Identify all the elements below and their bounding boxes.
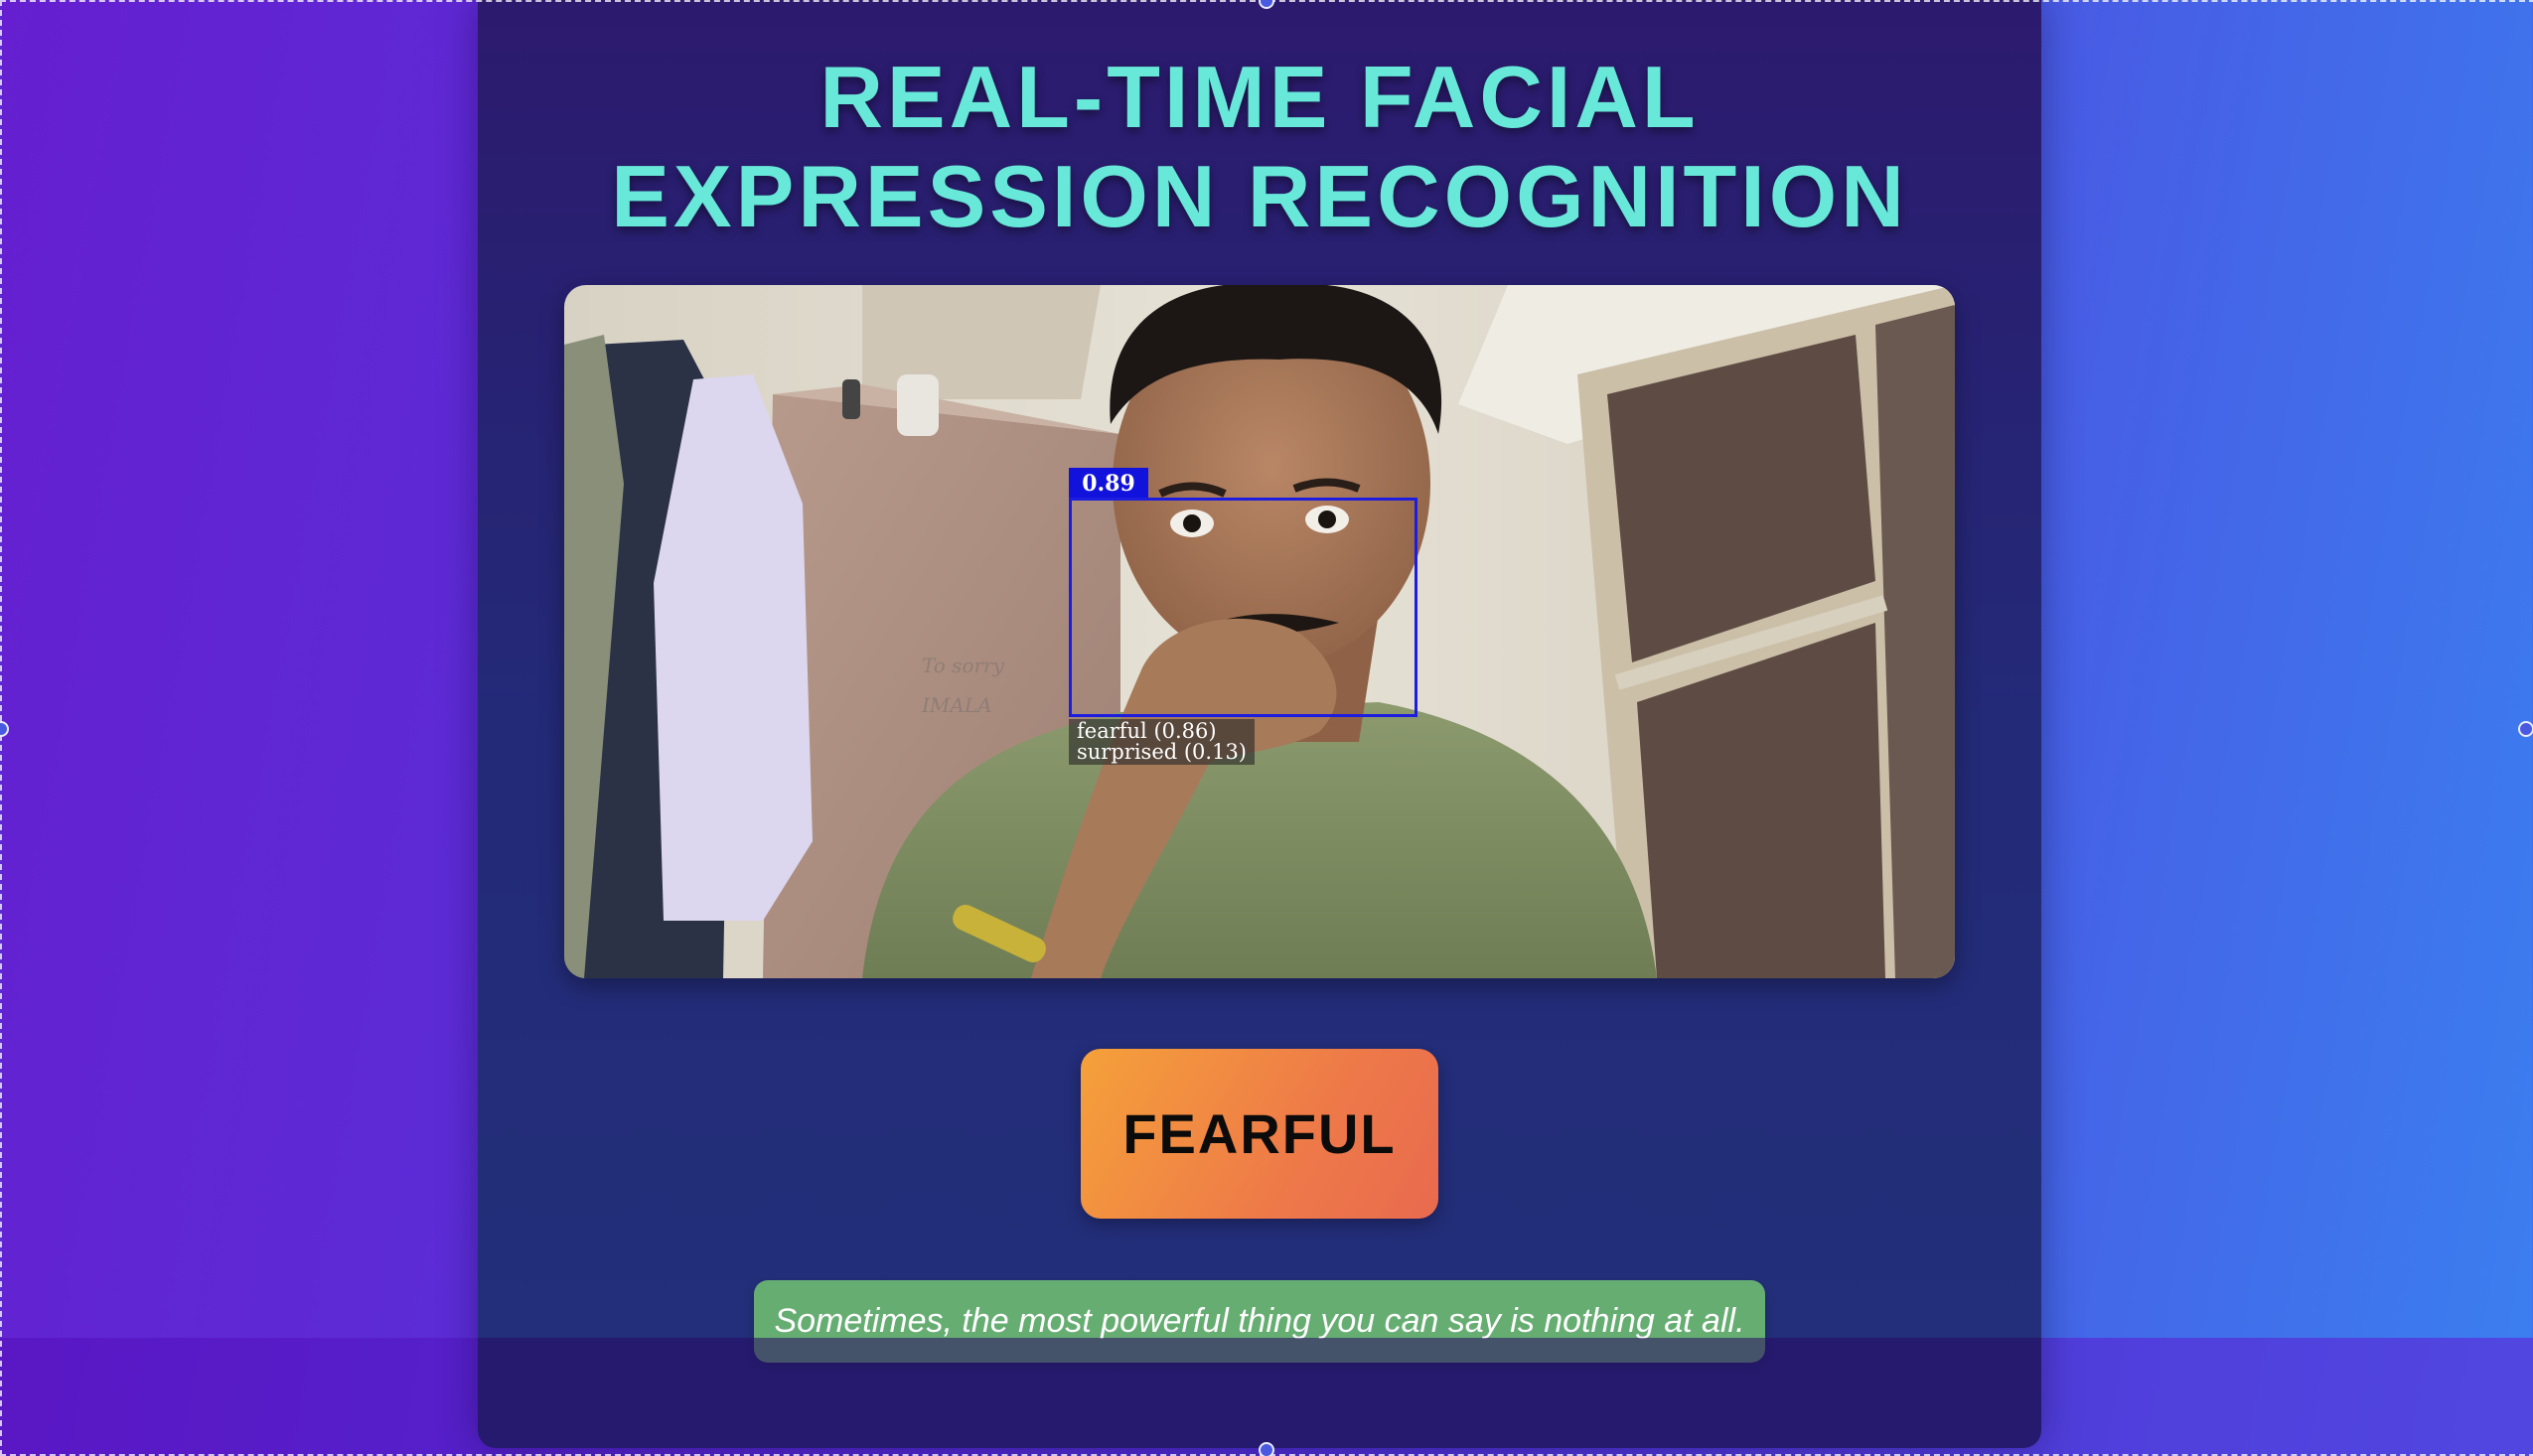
- expression-line-1: fearful (0.86): [1077, 719, 1217, 743]
- emotion-badge: FEARFUL: [1081, 1049, 1438, 1219]
- bottom-overlay: [478, 1338, 2041, 1448]
- app-card: REAL-TIME FACIAL EXPRESSION RECOGNITION: [478, 0, 2041, 1448]
- svg-text:IMALA: IMALA: [921, 693, 992, 717]
- wall-writing: To sorry: [922, 654, 1005, 677]
- title-line-2: EXPRESSION RECOGNITION: [611, 147, 1908, 245]
- resize-handle-right[interactable]: [2518, 721, 2533, 737]
- resize-handle-bottom[interactable]: [1259, 1442, 1274, 1456]
- detection-score-tag: 0.89: [1069, 468, 1148, 500]
- page-title: REAL-TIME FACIAL EXPRESSION RECOGNITION: [478, 48, 2041, 246]
- face-detection-box: [1069, 498, 1417, 717]
- quote-text: Sometimes, the most powerful thing you c…: [774, 1302, 1745, 1340]
- expression-line-2: surprised (0.13): [1077, 740, 1248, 764]
- webcam-video: To sorry IMALA 0.89 fearful (0.86) surpr…: [564, 285, 1955, 978]
- title-line-1: REAL-TIME FACIAL: [820, 48, 1700, 146]
- resize-handle-left[interactable]: [0, 721, 9, 737]
- expression-readout: fearful (0.86) surprised (0.13): [1069, 719, 1256, 765]
